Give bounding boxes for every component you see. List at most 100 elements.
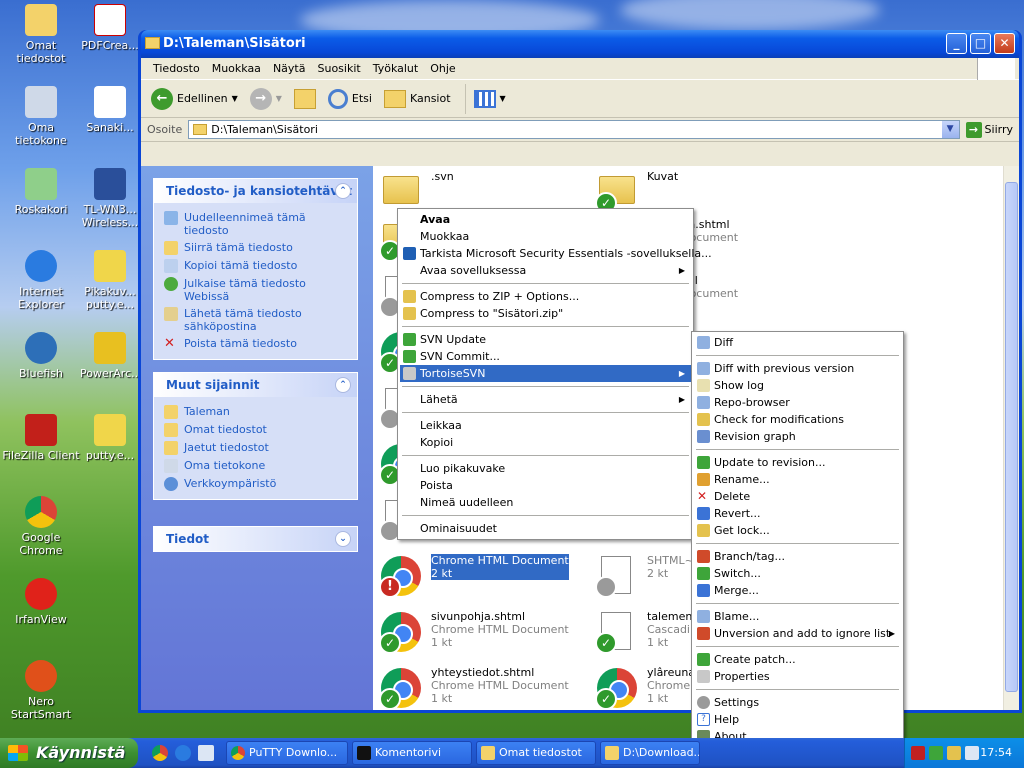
forward-button[interactable]: → ▼ bbox=[246, 84, 286, 114]
back-button[interactable]: ← Edellinen ▼ bbox=[147, 84, 242, 114]
close-button[interactable]: ✕ bbox=[994, 33, 1015, 54]
start-button[interactable]: Käynnistä bbox=[0, 738, 138, 768]
desktop-icon-irfanview[interactable]: IrfanView bbox=[1, 578, 81, 626]
speaker-icon[interactable] bbox=[965, 746, 979, 760]
ctx-compress-options[interactable]: Compress to ZIP + Options... bbox=[400, 288, 691, 305]
ctx-tortoisesvn[interactable]: TortoiseSVN ▶ bbox=[400, 365, 691, 382]
desktop-icon-wireless[interactable]: TL-WN3... Wireless... bbox=[80, 168, 140, 229]
task-rename[interactable]: Uudelleennimeä tämä tiedosto bbox=[164, 209, 347, 239]
taskbar-item-my-documents[interactable]: Omat tiedostot bbox=[476, 741, 596, 765]
svn-settings[interactable]: Settings bbox=[694, 694, 901, 711]
address-input[interactable]: D:\Taleman\Sisätori ▼ bbox=[188, 120, 960, 139]
task-email[interactable]: Lähetä tämä tiedosto sähköpostina bbox=[164, 305, 347, 335]
collapse-icon[interactable]: ⌃ bbox=[335, 183, 351, 199]
task-copy[interactable]: Kopioi tämä tiedosto bbox=[164, 257, 347, 275]
views-button[interactable]: ▼ bbox=[464, 83, 510, 114]
ctx-cut[interactable]: Leikkaa bbox=[400, 417, 691, 434]
desktop-icon-my-computer[interactable]: Oma tietokone bbox=[1, 86, 81, 147]
svn-diff[interactable]: Diff bbox=[694, 334, 901, 351]
svn-properties[interactable]: Properties bbox=[694, 668, 901, 685]
svn-revision-graph[interactable]: Revision graph bbox=[694, 428, 901, 445]
desktop-icon-bluefish[interactable]: Bluefish bbox=[1, 332, 81, 380]
file-tasks-header[interactable]: Tiedosto- ja kansiotehtävät ⌃ bbox=[154, 179, 357, 203]
menu-help[interactable]: Ohje bbox=[424, 62, 461, 75]
taskbar-item-putty[interactable]: PuTTY Downlo... bbox=[226, 741, 348, 765]
menu-favorites[interactable]: Suosikit bbox=[311, 62, 366, 75]
address-dropdown-icon[interactable]: ▼ bbox=[941, 121, 959, 138]
ctx-svn-commit[interactable]: SVN Commit... bbox=[400, 348, 691, 365]
place-shared-documents[interactable]: Jaetut tiedostot bbox=[164, 439, 347, 457]
details-header[interactable]: Tiedot ⌄ bbox=[154, 527, 357, 551]
quicklaunch-ie-icon[interactable] bbox=[175, 745, 191, 761]
svn-rename[interactable]: Rename... bbox=[694, 471, 901, 488]
menu-file[interactable]: Tiedosto bbox=[147, 62, 206, 75]
ctx-open-with[interactable]: Avaa sovelluksessa ▶ bbox=[400, 262, 691, 279]
desktop-icon-sanaki[interactable]: Sanaki... bbox=[80, 86, 140, 134]
svn-get-lock[interactable]: Get lock... bbox=[694, 522, 901, 539]
svn-unversion-ignore[interactable]: Unversion and add to ignore list ▶ bbox=[694, 625, 901, 642]
task-publish-web[interactable]: Julkaise tämä tiedosto Webissä bbox=[164, 275, 347, 305]
title-bar[interactable]: D:\Taleman\Sisätori _ □ ✕ bbox=[141, 30, 1019, 58]
place-my-computer[interactable]: Oma tietokone bbox=[164, 457, 347, 475]
svn-branch-tag[interactable]: Branch/tag... bbox=[694, 548, 901, 565]
svn-check-modifications[interactable]: Check for modifications bbox=[694, 411, 901, 428]
menu-tools[interactable]: Työkalut bbox=[367, 62, 425, 75]
svn-diff-prev[interactable]: Diff with previous version bbox=[694, 360, 901, 377]
ctx-edit[interactable]: Muokkaa bbox=[400, 228, 691, 245]
desktop-icon-nero[interactable]: Nero StartSmart bbox=[1, 660, 81, 721]
desktop-icon-pdfcreator[interactable]: PDFCrea... bbox=[80, 4, 140, 52]
ctx-scan[interactable]: Tarkista Microsoft Security Essentials -… bbox=[400, 245, 712, 262]
desktop-icon-putty-shortcut[interactable]: Pikakuv... putty.e... bbox=[80, 250, 140, 311]
desktop-icon-my-documents[interactable]: Omat tiedostot bbox=[1, 4, 81, 65]
file-item[interactable]: ✓ sivunpohja.shtml Chrome HTML Document 1 k… bbox=[379, 610, 589, 654]
desktop-icon-putty[interactable]: putty.e... bbox=[80, 414, 140, 462]
svn-delete[interactable]: ✕ Delete bbox=[694, 488, 901, 505]
svn-revert[interactable]: Revert... bbox=[694, 505, 901, 522]
place-my-documents[interactable]: Omat tiedostot bbox=[164, 421, 347, 439]
svn-update-to-revision[interactable]: Update to revision... bbox=[694, 454, 901, 471]
desktop-icon-recycle-bin[interactable]: Roskakori bbox=[1, 168, 81, 216]
maximize-button[interactable]: □ bbox=[970, 33, 991, 54]
tray-icon[interactable] bbox=[947, 746, 961, 760]
ctx-copy[interactable]: Kopioi bbox=[400, 434, 691, 451]
file-item-selected[interactable]: ! Chrome HTML Document 2 kt bbox=[379, 554, 589, 598]
file-item[interactable]: ✓ yhteystiedot.shtml Chrome HTML Document 1… bbox=[379, 666, 589, 710]
place-taleman[interactable]: Taleman bbox=[164, 403, 347, 421]
tray-icon[interactable] bbox=[929, 746, 943, 760]
taskbar-item-download[interactable]: D:\Download... bbox=[600, 741, 700, 765]
quicklaunch-chrome-icon[interactable] bbox=[152, 745, 168, 761]
ctx-rename[interactable]: Nimeä uudelleen bbox=[400, 494, 691, 511]
task-delete[interactable]: ✕ Poista tämä tiedosto bbox=[164, 335, 347, 353]
place-network[interactable]: Verkkoympäristö bbox=[164, 475, 347, 493]
desktop-icon-internet-explorer[interactable]: Internet Explorer bbox=[1, 250, 81, 311]
search-button[interactable]: Etsi bbox=[324, 84, 376, 114]
desktop-icon-powerarc[interactable]: PowerArc... bbox=[80, 332, 140, 380]
svn-merge[interactable]: Merge... bbox=[694, 582, 901, 599]
ctx-open[interactable]: Avaa bbox=[400, 211, 691, 228]
ctx-svn-update[interactable]: SVN Update bbox=[400, 331, 691, 348]
svn-blame[interactable]: Blame... bbox=[694, 608, 901, 625]
ctx-create-shortcut[interactable]: Luo pikakuvake bbox=[400, 460, 691, 477]
ctx-delete[interactable]: Poista bbox=[400, 477, 691, 494]
task-move[interactable]: Siirrä tämä tiedosto bbox=[164, 239, 347, 257]
tray-icon[interactable] bbox=[911, 746, 925, 760]
folders-button[interactable]: Kansiot bbox=[380, 84, 455, 114]
ctx-compress-zip[interactable]: Compress to "Sisätori.zip" bbox=[400, 305, 691, 322]
collapse-icon[interactable]: ⌃ bbox=[335, 377, 351, 393]
desktop-icon-google-chrome[interactable]: Google Chrome bbox=[1, 496, 81, 557]
vertical-scrollbar[interactable] bbox=[1003, 166, 1019, 710]
ctx-send-to[interactable]: Lähetä ▶ bbox=[400, 391, 691, 408]
taskbar-item-cmd[interactable]: Komentorivi bbox=[352, 741, 472, 765]
desktop-icon-filezilla[interactable]: FileZilla Client bbox=[1, 414, 81, 462]
clock[interactable]: 17:54 bbox=[980, 746, 1012, 759]
go-button[interactable]: → Siirry bbox=[965, 121, 1019, 138]
quicklaunch-show-desktop-icon[interactable] bbox=[198, 745, 214, 761]
svn-switch[interactable]: Switch... bbox=[694, 565, 901, 582]
other-places-header[interactable]: Muut sijainnit ⌃ bbox=[154, 373, 357, 397]
svn-create-patch[interactable]: Create patch... bbox=[694, 651, 901, 668]
menu-view[interactable]: Näytä bbox=[267, 62, 312, 75]
minimize-button[interactable]: _ bbox=[946, 33, 967, 54]
svn-help[interactable]: ? Help bbox=[694, 711, 901, 728]
scrollbar-thumb[interactable] bbox=[1005, 182, 1018, 692]
menu-edit[interactable]: Muokkaa bbox=[206, 62, 267, 75]
